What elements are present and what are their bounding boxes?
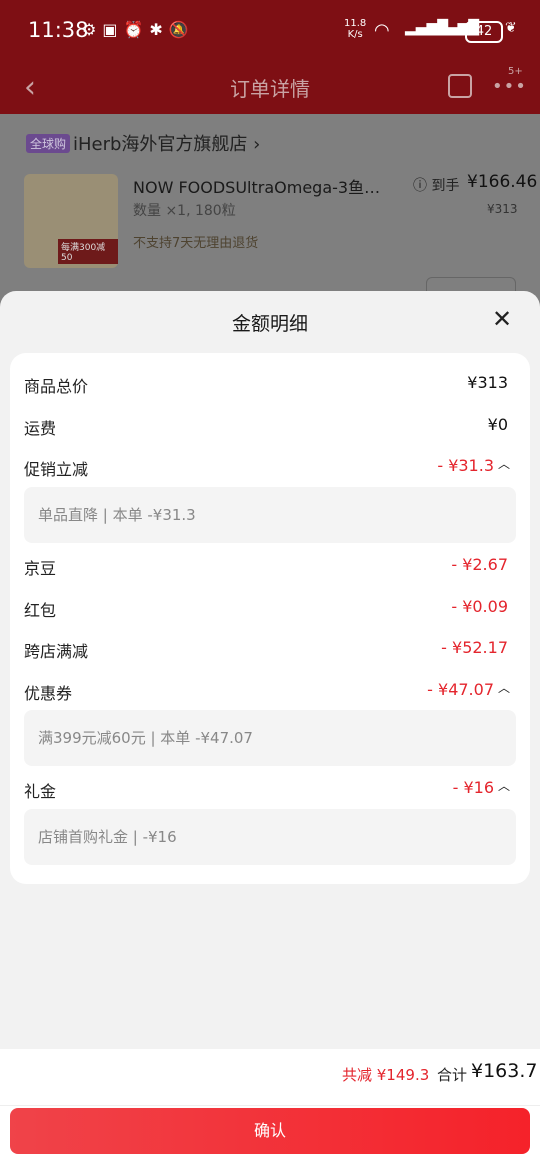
footer-divider (0, 1105, 540, 1106)
chevron-up-icon[interactable]: ︿ (498, 679, 510, 696)
coupon-detail: 满399元减60元 | 本单 -¥47.07 (24, 710, 516, 766)
price-label: ⓘ 到手 (413, 178, 460, 194)
close-icon[interactable]: ✕ (492, 307, 512, 331)
return-policy: 不支持7天无理由退货 (133, 236, 259, 251)
gift-money-detail: 店铺首购礼金 | -¥16 (24, 809, 516, 865)
total-reduction: 共减 ¥149.3 (342, 1066, 430, 1084)
promotion-detail: 单品直降 | 本单 -¥31.3 (24, 487, 516, 543)
total-label: 合计 (437, 1066, 468, 1084)
net-speed-unit: K/s (347, 29, 363, 40)
status-time: 11:38 (28, 18, 89, 42)
order-card: 全球购 iHerb海外官方旗舰店 › 每满300减50 NOW FOODSUlt… (0, 114, 540, 314)
row-label: 礼金 (24, 782, 57, 801)
row-label: 京豆 (24, 559, 57, 578)
more-badge: 5+ (508, 66, 523, 77)
total-amount: ¥163.7 (471, 1060, 538, 1082)
row-value: - ¥16 (452, 778, 494, 797)
amount-detail-sheet: 金额明细 ✕ 商品总价 ¥313 运费 ¥0 促销立减 - ¥31.3 ︿ 单品… (0, 291, 540, 1165)
row-value: - ¥2.67 (451, 555, 508, 574)
product-quantity: 数量 ×1, 180粒 (133, 203, 236, 219)
row-gift-money[interactable]: 礼金 - ¥16 ︿ (24, 777, 510, 802)
row-value: - ¥31.3 (437, 456, 494, 475)
more-icon[interactable]: ••• (492, 76, 527, 97)
net-speed-value: 11.8 (344, 18, 367, 29)
product-image[interactable]: 每满300减50 (24, 174, 118, 268)
store-tag: 全球购 (26, 134, 71, 153)
product-title[interactable]: NOW FOODSUltraOmega-3鱼油... (133, 174, 383, 198)
battery-icon: 42 (465, 21, 503, 43)
row-red-packet: 红包 - ¥0.09 (24, 597, 508, 621)
chevron-up-icon[interactable]: ︿ (498, 777, 510, 794)
row-label: 优惠券 (24, 684, 73, 703)
wifi-icon: ◠ (374, 20, 390, 41)
status-bar: 11:38 ⚙▣⏰✱🔕 11.8 K/s ◠ ▂▄▆█ ▂▄▆█ 42 ❦ (0, 0, 540, 62)
row-label: 运费 (24, 419, 57, 438)
product-price: ¥166.46 (467, 172, 538, 192)
row-promotion[interactable]: 促销立减 - ¥31.3 ︿ (24, 455, 510, 480)
sheet-footer: 共减 ¥149.3 合计 ¥163.7 确认 (0, 1049, 540, 1165)
row-jingdou: 京豆 - ¥2.67 (24, 555, 508, 579)
page-header: ‹ 订单详情 ••• 5+ (0, 62, 540, 114)
row-goods-total: 商品总价 ¥313 (24, 373, 508, 397)
amount-card: 商品总价 ¥313 运费 ¥0 促销立减 - ¥31.3 ︿ 单品直降 | 本单… (10, 353, 530, 884)
leaf-icon: ❦ (505, 20, 517, 36)
row-value: ¥313 (467, 373, 508, 392)
store-name[interactable]: iHerb海外官方旗舰店 › (73, 130, 260, 156)
row-value: - ¥47.07 (427, 680, 494, 699)
row-coupon[interactable]: 优惠券 - ¥47.07 ︿ (24, 679, 510, 704)
original-price: ¥313 (487, 202, 518, 216)
row-label: 促销立减 (24, 460, 89, 479)
row-label: 跨店满减 (24, 642, 89, 661)
product-image-badge: 每满300减50 (58, 239, 118, 264)
sheet-title: 金额明细 (231, 313, 308, 335)
confirm-button[interactable]: 确认 (10, 1108, 530, 1154)
row-shipping: 运费 ¥0 (24, 415, 508, 439)
row-cross-store: 跨店满减 - ¥52.17 (24, 638, 508, 662)
row-value: - ¥52.17 (441, 638, 508, 657)
chevron-up-icon[interactable]: ︿ (498, 455, 510, 472)
net-speed: 11.8 K/s (344, 18, 366, 40)
row-value: - ¥0.09 (451, 597, 508, 616)
row-label: 红包 (24, 601, 57, 620)
row-value: ¥0 (487, 415, 508, 434)
status-notification-icons: ⚙▣⏰✱🔕 (82, 20, 195, 39)
row-label: 商品总价 (24, 377, 89, 396)
share-icon[interactable] (448, 74, 472, 98)
